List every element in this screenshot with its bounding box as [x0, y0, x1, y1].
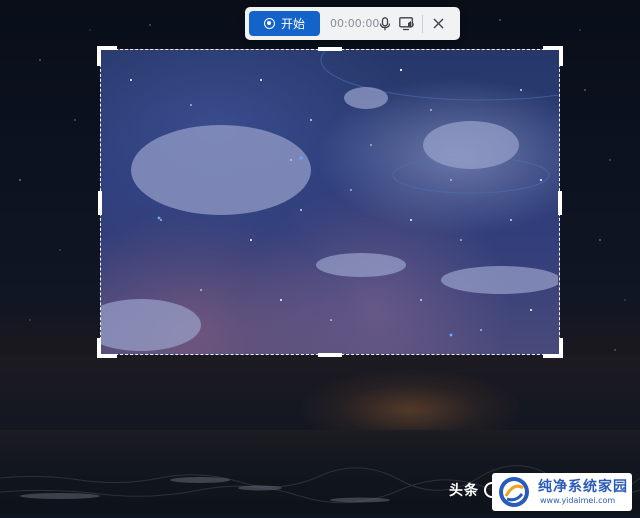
- resize-handle-top-left[interactable]: [97, 46, 117, 66]
- overlay-dim-left: [0, 49, 100, 355]
- recording-timer: 00:00:00: [330, 17, 380, 30]
- resize-handle-bottom[interactable]: [318, 353, 342, 357]
- resize-handle-bottom-left[interactable]: [97, 338, 117, 358]
- screen-audio-icon[interactable]: [396, 12, 418, 36]
- resize-handle-top-right[interactable]: [543, 46, 563, 66]
- close-icon[interactable]: [427, 12, 449, 36]
- record-icon: [263, 18, 275, 29]
- site-logo: 纯净系统家园 www.yidaimei.com: [492, 473, 632, 511]
- recording-toolbar: 开始 00:00:00: [245, 7, 460, 40]
- logo-mark-icon: [499, 477, 529, 507]
- overlay-dim-right: [560, 49, 640, 355]
- start-recording-button[interactable]: 开始: [249, 11, 320, 36]
- toolbar-divider: [422, 14, 423, 33]
- resize-handle-bottom-right[interactable]: [543, 338, 563, 358]
- resize-handle-right[interactable]: [558, 191, 562, 215]
- resize-handle-left[interactable]: [98, 191, 102, 215]
- logo-url: www.yidaimei.com: [540, 496, 616, 505]
- start-recording-label: 开始: [280, 17, 305, 31]
- capture-region[interactable]: [81, 19, 640, 355]
- selection-starfield: [81, 19, 640, 351]
- resize-handle-top[interactable]: [318, 47, 342, 51]
- watermark-text: 头条: [449, 483, 479, 499]
- logo-title: 纯净系统家园: [538, 479, 628, 495]
- microphone-icon[interactable]: [374, 12, 396, 36]
